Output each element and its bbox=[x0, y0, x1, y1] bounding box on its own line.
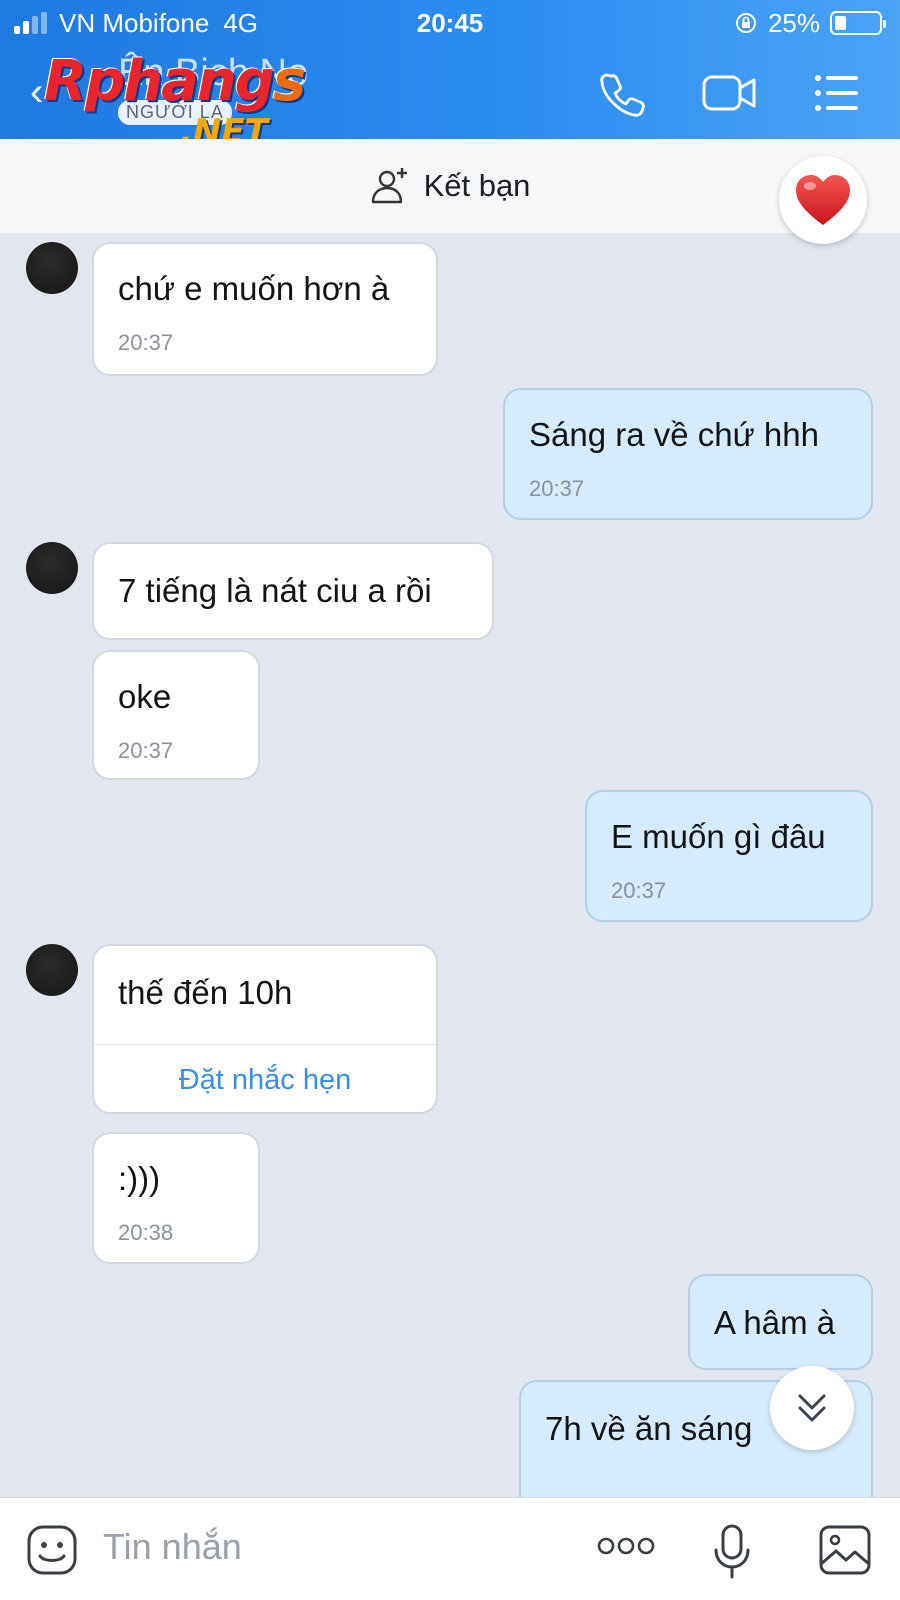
message-input[interactable]: Tin nhắn bbox=[103, 1526, 242, 1568]
add-friend-label: Kết bạn bbox=[423, 168, 531, 203]
message-input-bar: Tin nhắn bbox=[0, 1497, 900, 1600]
watermark-s: s bbox=[272, 49, 306, 114]
message-time: 20:38 bbox=[118, 1220, 174, 1245]
watermark-logo: Rphangs bbox=[44, 54, 306, 110]
phone-icon[interactable] bbox=[597, 68, 647, 118]
message-time: 20:37 bbox=[118, 738, 174, 763]
rotation-lock-icon bbox=[735, 13, 756, 33]
heart-reaction-button[interactable] bbox=[779, 156, 867, 244]
message-text: E muốn gì đâu bbox=[611, 818, 826, 855]
battery-level-fill bbox=[835, 16, 846, 30]
message-bubble-incoming[interactable]: :))) 20:38 bbox=[92, 1132, 260, 1264]
message-text: Sáng ra về chứ hhh bbox=[529, 416, 819, 453]
microphone-icon[interactable] bbox=[712, 1524, 752, 1580]
contact-avatar[interactable] bbox=[26, 944, 78, 996]
contact-avatar[interactable] bbox=[26, 542, 78, 594]
sticker-icon[interactable] bbox=[26, 1524, 78, 1576]
menu-list-icon[interactable] bbox=[812, 68, 862, 118]
message-time: 20:37 bbox=[529, 476, 585, 501]
chat-header: VN Mobifone 4G 20:45 25% ‹ Ên Bịch Nọ NG… bbox=[0, 0, 900, 152]
image-icon[interactable] bbox=[818, 1524, 872, 1576]
message-text: 7 tiếng là nát ciu a rồi bbox=[118, 572, 432, 609]
message-bubble-incoming[interactable]: chứ e muốn hơn à 20:37 bbox=[92, 242, 438, 376]
double-chevron-down-icon bbox=[798, 1394, 826, 1422]
more-dots-icon[interactable] bbox=[596, 1534, 656, 1558]
message-time: 20:37 bbox=[611, 878, 667, 903]
message-text: :))) bbox=[118, 1160, 161, 1197]
message-bubble-incoming[interactable]: thế đến 10h Đặt nhắc hẹn bbox=[92, 944, 438, 1114]
message-bubble-incoming[interactable]: 7 tiếng là nát ciu a rồi bbox=[92, 542, 494, 640]
heart-icon bbox=[796, 175, 850, 225]
message-text: 7h về ăn sáng bbox=[545, 1410, 753, 1447]
status-bar: VN Mobifone 4G 20:45 25% bbox=[0, 8, 900, 38]
navigation-bar: ‹ Ên Bịch Nọ NGƯỜI LẠ Rphangs .NET bbox=[0, 50, 900, 152]
message-bubble-outgoing[interactable]: E muốn gì đâu 20:37 bbox=[585, 790, 873, 922]
message-text: thế đến 10h bbox=[118, 974, 293, 1011]
scroll-to-bottom-button[interactable] bbox=[770, 1366, 854, 1450]
message-text: chứ e muốn hơn à bbox=[118, 270, 390, 307]
message-text: A hâm à bbox=[714, 1304, 836, 1341]
bubble-divider bbox=[94, 1044, 436, 1045]
battery-icon bbox=[830, 11, 886, 35]
message-bubble-incoming[interactable]: oke 20:37 bbox=[92, 650, 260, 780]
message-time: 20:37 bbox=[118, 330, 174, 355]
watermark-main: Rphang bbox=[44, 49, 275, 114]
add-friend-icon bbox=[371, 168, 407, 204]
message-bubble-outgoing[interactable]: A hâm à bbox=[688, 1274, 873, 1370]
message-bubble-outgoing[interactable]: Sáng ra về chứ hhh 20:37 bbox=[503, 388, 873, 520]
contact-avatar[interactable] bbox=[26, 242, 78, 294]
video-camera-icon[interactable] bbox=[702, 68, 758, 118]
add-friend-bar[interactable]: Kết bạn bbox=[0, 139, 900, 233]
set-reminder-link[interactable]: Đặt nhắc hẹn bbox=[94, 1064, 436, 1097]
message-text: oke bbox=[118, 678, 172, 715]
battery-percentage: 25% bbox=[767, 7, 820, 38]
